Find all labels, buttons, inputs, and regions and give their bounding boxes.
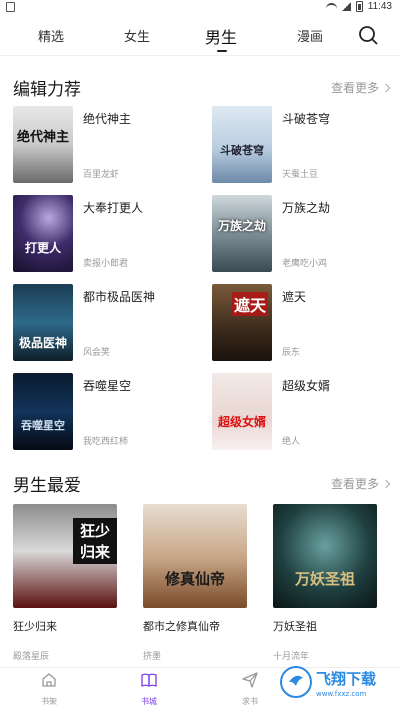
book-card[interactable]: 万族之劫 万族之劫 老鹰吃小鸡 <box>212 195 400 275</box>
notification-icon <box>6 2 15 12</box>
book-title: 斗破苍穹 <box>282 112 331 126</box>
tab-male[interactable]: 男生 <box>205 24 237 48</box>
book-card[interactable]: 超级女婿 超级女婿 绝人 <box>212 373 400 453</box>
book-cover: 极品医神 <box>13 284 73 361</box>
book-author: 殿落星辰 <box>13 651 50 661</box>
book-author: 挤墨 <box>143 651 162 661</box>
battery-icon <box>355 1 363 12</box>
book-cover: 修真仙帝 <box>143 504 247 608</box>
book-title: 都市极品医神 <box>83 290 156 304</box>
book-card[interactable]: 狂少归来 狂少归来 殿落星辰 <box>13 504 117 662</box>
book-card[interactable]: 斗破苍穹 斗破苍穹 天蚕土豆 <box>212 106 400 186</box>
book-author: 我吃西红柿 <box>83 436 129 446</box>
book-author: 卖报小郎君 <box>83 258 129 268</box>
nav-bookshelf[interactable]: 书架 <box>24 672 74 707</box>
editor-picks-header: 编辑力荐 查看更多 <box>13 75 391 99</box>
nav-request-book[interactable]: 求书 <box>225 672 275 707</box>
book-card[interactable]: 万妖圣祖 万妖圣祖 十月流年 <box>273 504 377 662</box>
book-title: 遮天 <box>282 290 307 304</box>
status-time: 11:43 <box>367 1 392 12</box>
search-icon[interactable] <box>358 25 378 45</box>
wifi-icon <box>325 2 337 11</box>
see-more-link[interactable]: 查看更多 <box>330 475 391 492</box>
see-more-label: 查看更多 <box>330 81 379 95</box>
site-watermark: 飞翔下载 www.fxxz.com <box>280 664 392 700</box>
book-card[interactable]: 吞噬星空 吞噬星空 我吃西红柿 <box>13 373 203 453</box>
nav-label: 书城 <box>141 697 157 706</box>
book-cover: 万妖圣祖 <box>273 504 377 608</box>
book-card[interactable]: 修真仙帝 都市之修真仙帝 挤墨 <box>143 504 247 662</box>
book-card[interactable]: 绝代神主 绝代神主 百里龙虾 <box>13 106 203 186</box>
book-cover: 超级女婿 <box>212 373 272 450</box>
book-author: 绝人 <box>282 436 301 446</box>
watermark-text: 飞翔下载 <box>316 670 376 688</box>
book-author: 十月流年 <box>273 651 310 661</box>
nav-label: 书架 <box>41 697 57 706</box>
book-author: 风会笑 <box>83 347 111 357</box>
signal-icon <box>341 2 351 11</box>
send-icon <box>242 672 258 688</box>
section-title: 男生最爱 <box>13 476 81 495</box>
book-cover: 吞噬星空 <box>13 373 73 450</box>
book-card[interactable]: 打更人 大奉打更人 卖报小郎君 <box>13 195 203 275</box>
tab-indicator <box>217 50 227 52</box>
book-icon <box>141 673 157 687</box>
book-cover: 绝代神主 <box>13 106 73 183</box>
section-title: 编辑力荐 <box>13 80 81 99</box>
house-icon <box>42 673 56 687</box>
book-cover: 万族之劫 <box>212 195 272 272</box>
chevron-right-icon <box>381 83 391 92</box>
watermark-url: www.fxxz.com <box>316 690 367 698</box>
book-card[interactable]: 遮天 遮天 辰东 <box>212 284 400 364</box>
book-author: 百里龙虾 <box>83 169 120 179</box>
male-favorites-header: 男生最爱 查看更多 <box>13 471 391 495</box>
book-title: 万妖圣祖 <box>273 621 317 633</box>
book-card[interactable]: 极品医神 都市极品医神 风会笑 <box>13 284 203 364</box>
book-author: 辰东 <box>282 347 301 357</box>
nav-label: 求书 <box>242 697 258 706</box>
book-title: 绝代神主 <box>83 112 132 126</box>
book-title: 狂少归来 <box>13 621 57 633</box>
tab-female[interactable]: 女生 <box>124 26 150 45</box>
book-title: 大奉打更人 <box>83 201 144 215</box>
chevron-right-icon <box>381 479 391 488</box>
book-author: 天蚕土豆 <box>282 169 319 179</box>
book-title: 万族之劫 <box>282 201 331 215</box>
category-tabs: 精选 女生 男生 漫画 <box>0 16 400 56</box>
book-cover: 狂少归来 <box>13 504 117 608</box>
book-title: 吞噬星空 <box>83 379 132 393</box>
tab-comics[interactable]: 漫画 <box>297 26 323 45</box>
see-more-link[interactable]: 查看更多 <box>330 79 391 96</box>
book-cover: 遮天 <box>212 284 272 361</box>
watermark-logo-icon: 飞翔下载 www.fxxz.com <box>280 666 376 698</box>
book-cover: 打更人 <box>13 195 73 272</box>
book-cover: 斗破苍穹 <box>212 106 272 183</box>
book-title: 都市之修真仙帝 <box>143 621 220 633</box>
nav-bookstore[interactable]: 书城 <box>124 672 174 707</box>
tab-featured[interactable]: 精选 <box>38 26 64 45</box>
book-title: 超级女婿 <box>282 379 331 393</box>
see-more-label: 查看更多 <box>330 477 379 491</box>
book-author: 老鹰吃小鸡 <box>282 258 328 268</box>
status-bar: 11:43 <box>0 0 400 16</box>
